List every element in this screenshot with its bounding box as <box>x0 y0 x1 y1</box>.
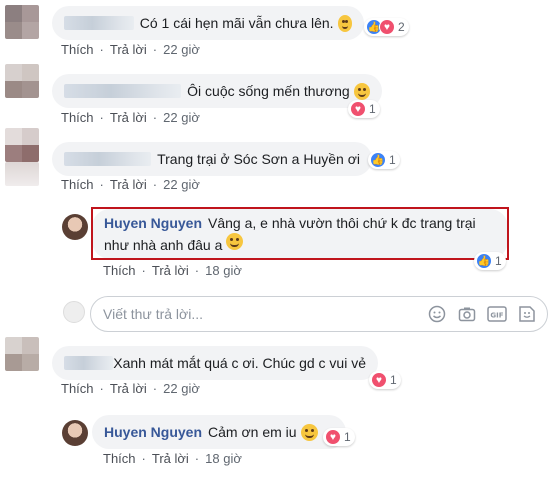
highlight-box <box>91 207 509 260</box>
reaction-count: 1 <box>369 102 376 116</box>
blurred-author-name[interactable] <box>64 84 182 98</box>
gif-icon[interactable]: GIF <box>487 304 507 324</box>
comment-text: Có 1 cái hẹn mãi vẫn chưa lên. <box>139 15 334 31</box>
love-react-icon: ♥ <box>371 372 387 388</box>
camera-icon[interactable] <box>457 304 477 324</box>
like-link[interactable]: Thích <box>61 42 94 57</box>
like-link[interactable]: Thích <box>103 263 136 278</box>
comment-actions: Thích · Trả lời · 22 giờ <box>61 42 200 57</box>
reply-input[interactable] <box>103 306 417 322</box>
reply-link[interactable]: Trả lời <box>110 110 147 125</box>
heart-eyes-emoji <box>300 423 318 441</box>
comment-actions: Thích · Trả lời · 22 giờ <box>61 177 200 192</box>
timestamp[interactable]: 22 giờ <box>163 42 200 57</box>
current-user-avatar <box>63 301 85 323</box>
love-react-icon: ♥ <box>350 101 366 117</box>
reaction-count: 1 <box>390 373 397 387</box>
like-link[interactable]: Thích <box>61 177 94 192</box>
reply-text: Cảm ơn em iu <box>208 424 297 440</box>
like-link[interactable]: Thích <box>61 110 94 125</box>
comment-text: Trang trại ở Sóc Sơn a Huyền ơi <box>157 151 360 167</box>
like-react-icon: 👍 <box>476 253 492 269</box>
timestamp[interactable]: 18 giờ <box>205 451 242 466</box>
avatar[interactable] <box>5 64 39 98</box>
blurred-author-name[interactable] <box>64 152 152 166</box>
smile-emoji <box>353 82 370 100</box>
avatar[interactable] <box>5 128 39 162</box>
reply-link[interactable]: Trả lời <box>110 381 147 396</box>
comment-bubble: Có 1 cái hẹn mãi vẫn chưa lên. <box>52 6 364 40</box>
comment-actions: Thích · Trả lời · 18 giờ <box>103 451 242 466</box>
reaction-summary[interactable]: 👍 1 <box>474 252 506 270</box>
reply-link[interactable]: Trả lời <box>110 177 147 192</box>
avatar[interactable] <box>62 420 88 446</box>
comment-bubble: Xanh mát mắt quá c ơi. Chúc gd c vui vẻ <box>52 346 378 380</box>
avatar[interactable] <box>5 337 39 371</box>
reaction-summary[interactable]: 👍 1 <box>368 151 400 169</box>
avatar[interactable] <box>62 214 88 240</box>
reply-link[interactable]: Trả lời <box>152 451 189 466</box>
emoji-icon[interactable] <box>427 304 447 324</box>
author-name[interactable]: Huyen Nguyen <box>104 424 202 440</box>
reaction-summary[interactable]: ♥ 1 <box>323 428 355 446</box>
comment-bubble: Trang trại ở Sóc Sơn a Huyền ơi <box>52 142 372 176</box>
reply-link[interactable]: Trả lời <box>110 42 147 57</box>
comment-actions: Thích · Trả lời · 22 giờ <box>61 381 200 396</box>
blurred-author-name[interactable] <box>64 356 114 370</box>
avatar-strip <box>5 162 39 186</box>
tired-face-emoji <box>337 14 352 32</box>
timestamp[interactable]: 22 giờ <box>163 177 200 192</box>
love-react-icon: ♥ <box>379 19 395 35</box>
like-react-icon: 👍 <box>370 152 386 168</box>
comment-actions: Thích · Trả lời · 18 giờ <box>103 263 242 278</box>
reply-bubble: Huyen Nguyen Cảm ơn em iu <box>92 415 346 449</box>
comment-text: Xanh mát mắt quá c ơi. Chúc gd c vui vẻ <box>113 355 366 371</box>
reaction-summary[interactable]: 👍 ♥ 2 <box>364 18 409 36</box>
reaction-count: 1 <box>389 153 396 167</box>
reply-input-box: GIF <box>90 296 548 332</box>
sticker-icon[interactable] <box>517 304 537 324</box>
timestamp[interactable]: 22 giờ <box>163 381 200 396</box>
like-link[interactable]: Thích <box>103 451 136 466</box>
reply-link[interactable]: Trả lời <box>152 263 189 278</box>
reaction-summary[interactable]: ♥ 1 <box>348 100 380 118</box>
comment-bubble: Ôi cuộc sống mến thương <box>52 74 382 108</box>
reaction-count: 1 <box>495 254 502 268</box>
timestamp[interactable]: 18 giờ <box>205 263 242 278</box>
love-react-icon: ♥ <box>325 429 341 445</box>
avatar[interactable] <box>5 5 39 39</box>
blurred-author-name[interactable] <box>64 16 134 30</box>
reaction-summary[interactable]: ♥ 1 <box>369 371 401 389</box>
comment-actions: Thích · Trả lời · 22 giờ <box>61 110 200 125</box>
reaction-count: 1 <box>344 430 351 444</box>
reaction-count: 2 <box>398 20 405 34</box>
comment-text: Ôi cuộc sống mến thương <box>187 83 350 99</box>
like-link[interactable]: Thích <box>61 381 94 396</box>
svg-text:GIF: GIF <box>490 312 503 320</box>
timestamp[interactable]: 22 giờ <box>163 110 200 125</box>
